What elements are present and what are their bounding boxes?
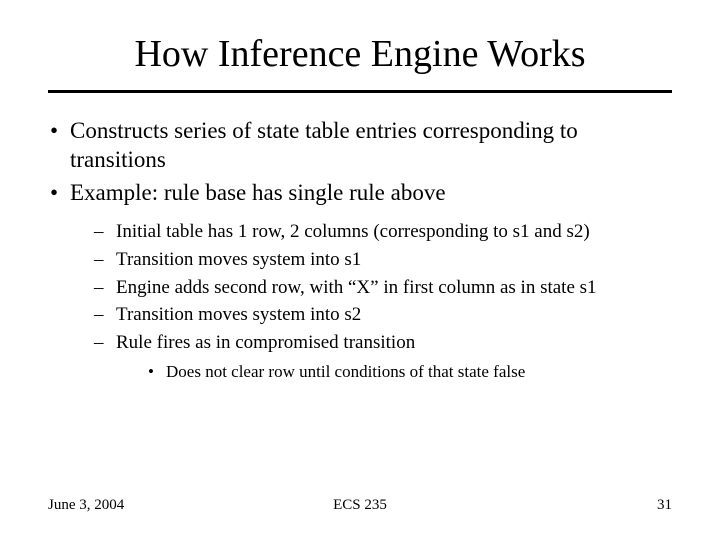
subsub-list: Does not clear row until conditions of t… [148,361,672,383]
footer-course: ECS 235 [333,497,387,514]
sub-list: Initial table has 1 row, 2 columns (corr… [94,219,672,383]
bullet-list: Constructs series of state table entries… [48,117,672,384]
footer: June 3, 2004 ECS 235 31 [0,497,720,514]
bullet-text: Example: rule base has single rule above [70,180,446,205]
footer-date: June 3, 2004 [48,497,124,514]
sub-item: Transition moves system into s2 [94,302,672,328]
footer-page-number: 31 [657,497,672,514]
sub-text: Rule fires as in compromised transition [116,332,415,353]
slide: How Inference Engine Works Constructs se… [0,0,720,540]
sub-item: Rule fires as in compromised transition … [94,330,672,384]
slide-title: How Inference Engine Works [48,32,672,76]
bullet-item: Constructs series of state table entries… [48,117,672,175]
title-divider [48,90,672,93]
bullet-item: Example: rule base has single rule above… [48,179,672,384]
sub-item: Transition moves system into s1 [94,247,672,273]
sub-item: Engine adds second row, with “X” in firs… [94,275,672,301]
sub-item: Initial table has 1 row, 2 columns (corr… [94,219,672,245]
subsub-item: Does not clear row until conditions of t… [148,361,672,383]
